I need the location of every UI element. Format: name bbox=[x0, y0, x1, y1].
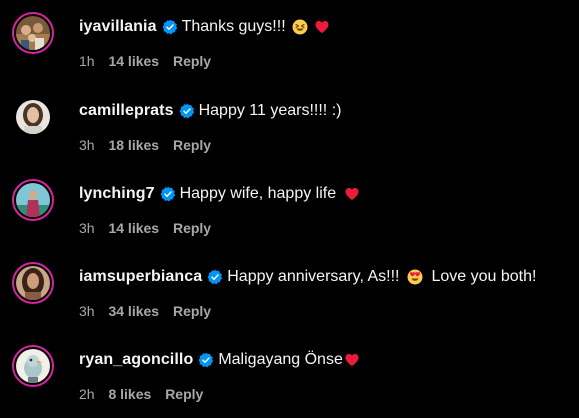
comment-text: Maligayang Önse bbox=[218, 351, 343, 368]
likes-count[interactable]: 14 likes bbox=[108, 53, 159, 69]
comment-meta: 3h 14 likes Reply bbox=[79, 219, 221, 237]
comment-item: iyavillania Thanks guys!!! 1h 14 likes R… bbox=[0, 8, 579, 78]
verified-badge-icon bbox=[179, 103, 195, 119]
likes-count[interactable]: 14 likes bbox=[108, 220, 159, 236]
verified-badge-icon bbox=[162, 19, 178, 35]
avatar-photo bbox=[16, 100, 50, 134]
username[interactable]: camilleprats bbox=[79, 101, 174, 121]
red-heart-emoji-icon bbox=[344, 186, 360, 202]
comment-item: lynching7 Happy wife, happy life 3h 14 l… bbox=[0, 175, 579, 245]
timestamp: 1h bbox=[79, 53, 95, 69]
username[interactable]: lynching7 bbox=[79, 184, 155, 204]
reply-button[interactable]: Reply bbox=[173, 53, 211, 69]
comment-item: iamsuperbianca Happy anniversary, As!!! … bbox=[0, 258, 579, 328]
comment-meta: 2h 8 likes Reply bbox=[79, 385, 213, 403]
avatar-photo bbox=[16, 349, 50, 383]
verified-badge-icon bbox=[198, 352, 214, 368]
comment-line: iamsuperbianca Happy anniversary, As!!! … bbox=[79, 267, 536, 287]
comments-list: iyavillania Thanks guys!!! 1h 14 likes R… bbox=[0, 0, 579, 418]
comment-text: Happy wife, happy life bbox=[179, 185, 337, 202]
reply-button[interactable]: Reply bbox=[165, 386, 203, 402]
timestamp: 3h bbox=[79, 220, 95, 236]
comment-text: Happy 11 years!!!! :) bbox=[198, 102, 342, 119]
comment-line: iyavillania Thanks guys!!! bbox=[79, 17, 330, 37]
heart-eyes-emoji-icon bbox=[407, 269, 423, 285]
username[interactable]: iyavillania bbox=[79, 17, 157, 37]
comment-line: lynching7 Happy wife, happy life bbox=[79, 184, 360, 204]
likes-count[interactable]: 34 likes bbox=[108, 303, 159, 319]
red-heart-emoji-icon bbox=[314, 19, 330, 35]
timestamp: 3h bbox=[79, 303, 95, 319]
comment-item: ryan_agoncillo Maligayang Önse 2h 8 like… bbox=[0, 341, 579, 411]
avatar[interactable] bbox=[12, 12, 54, 54]
avatar[interactable] bbox=[12, 262, 54, 304]
comment-line: ryan_agoncillo Maligayang Önse bbox=[79, 350, 360, 370]
verified-badge-icon bbox=[160, 186, 176, 202]
avatar[interactable] bbox=[12, 179, 54, 221]
timestamp: 2h bbox=[79, 386, 95, 402]
avatar[interactable] bbox=[12, 96, 54, 138]
comment-text: Thanks guys!!! bbox=[181, 18, 286, 35]
comment-text-continued: Love you both! bbox=[431, 268, 537, 285]
verified-badge-icon bbox=[207, 269, 223, 285]
squinting-face-emoji-icon bbox=[292, 19, 308, 35]
avatar-photo bbox=[16, 16, 50, 50]
red-heart-emoji-icon bbox=[344, 352, 360, 368]
comment-line: camilleprats Happy 11 years!!!! :) bbox=[79, 101, 341, 121]
comment-meta: 3h 18 likes Reply bbox=[79, 136, 221, 154]
comment-item: camilleprats Happy 11 years!!!! :) 3h 18… bbox=[0, 92, 579, 162]
username[interactable]: ryan_agoncillo bbox=[79, 350, 193, 370]
avatar-photo bbox=[16, 183, 50, 217]
avatar[interactable] bbox=[12, 345, 54, 387]
likes-count[interactable]: 8 likes bbox=[108, 386, 151, 402]
comment-meta: 1h 14 likes Reply bbox=[79, 52, 221, 70]
comment-text: Happy anniversary, As!!! bbox=[227, 268, 400, 285]
likes-count[interactable]: 18 likes bbox=[108, 137, 159, 153]
timestamp: 3h bbox=[79, 137, 95, 153]
reply-button[interactable]: Reply bbox=[173, 220, 211, 236]
reply-button[interactable]: Reply bbox=[173, 303, 211, 319]
avatar-photo bbox=[16, 266, 50, 300]
username[interactable]: iamsuperbianca bbox=[79, 267, 202, 287]
reply-button[interactable]: Reply bbox=[173, 137, 211, 153]
comment-meta: 3h 34 likes Reply bbox=[79, 302, 221, 320]
